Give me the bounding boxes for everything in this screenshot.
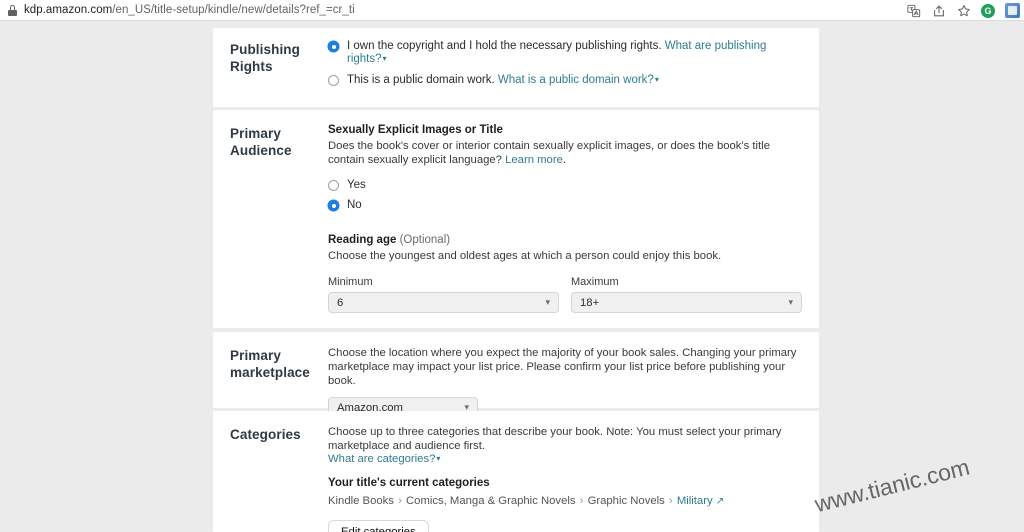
lock-icon: [8, 4, 17, 16]
translate-icon[interactable]: [906, 3, 921, 18]
primary-marketplace-description: Choose the location where you expect the…: [328, 347, 797, 387]
radio-option-explicit-yes[interactable]: Yes: [328, 179, 802, 192]
breadcrumb-item-3[interactable]: Military: [677, 495, 713, 507]
page-content: Publishing Rights I own the copyright an…: [0, 22, 1024, 532]
publishing-rights-label-column: Publishing Rights: [213, 40, 328, 95]
minimum-age-select[interactable]: 6 ▾: [328, 292, 559, 313]
primary-marketplace-card: Primary marketplace Choose the location …: [213, 332, 819, 418]
maximum-age-select[interactable]: 18+ ▾: [571, 292, 802, 313]
categories-card: Categories Choose up to three categories…: [213, 411, 819, 532]
primary-marketplace-content: Choose the location where you expect the…: [328, 346, 819, 418]
breadcrumb-separator: ›: [668, 495, 673, 507]
breadcrumb-item-1: Comics, Manga & Graphic Novels: [406, 495, 576, 507]
chevron-down-icon: ▾: [382, 54, 387, 63]
minimum-label: Minimum: [328, 276, 373, 288]
browser-address-bar: kdp.amazon.com/en_US/title-setup/kindle/…: [0, 0, 1024, 21]
reading-age-heading-text: Reading age: [328, 234, 397, 246]
breadcrumb-separator: ›: [398, 495, 402, 507]
page-title-publishing-rights: Publishing Rights: [230, 42, 300, 74]
chevron-down-icon: ▾: [654, 75, 659, 84]
reading-age-optional-text: (Optional): [399, 234, 451, 246]
primary-audience-label-column: Primary Audience: [213, 124, 328, 313]
radio-own-copyright-text: I own the copyright and I hold the neces…: [347, 40, 662, 52]
radio-public-domain-label: This is a public domain work. What is a …: [347, 74, 659, 87]
edit-categories-button[interactable]: Edit categories: [328, 520, 429, 532]
radio-explicit-no-label: No: [347, 199, 362, 211]
publishing-rights-card: Publishing Rights I own the copyright an…: [213, 28, 819, 107]
url-text[interactable]: kdp.amazon.com/en_US/title-setup/kindle/…: [24, 4, 355, 16]
breadcrumb-separator: ›: [579, 495, 584, 507]
page-title-categories: Categories: [230, 427, 301, 442]
radio-explicit-no[interactable]: [328, 200, 339, 211]
breadcrumb-item-0: Kindle Books: [328, 495, 394, 507]
reading-age-selects: Minimum 6 ▾ Maximum 18+ ▾: [328, 276, 802, 313]
chevron-down-icon: ▾: [545, 297, 550, 307]
reading-age-heading: Reading age (Optional): [328, 234, 802, 246]
sexually-explicit-question: Does the book's cover or interior contai…: [328, 140, 770, 166]
maximum-label: Maximum: [571, 276, 619, 288]
primary-audience-title-text: Primary Audience: [230, 126, 292, 158]
breadcrumb-item-2: Graphic Novels: [587, 495, 665, 507]
radio-own-copyright-label: I own the copyright and I hold the neces…: [347, 40, 799, 66]
extension-icon[interactable]: [1005, 3, 1020, 18]
radio-option-explicit-no[interactable]: No: [328, 199, 802, 212]
categories-help-line: What are categories?▾: [328, 453, 799, 465]
primary-audience-card: Primary Audience Sexually Explicit Image…: [213, 110, 819, 328]
star-icon[interactable]: [956, 3, 971, 18]
radio-public-domain-text: This is a public domain work.: [347, 74, 495, 86]
reading-age-minimum-group: Minimum 6 ▾: [328, 276, 559, 313]
radio-own-copyright[interactable]: [328, 41, 339, 52]
url-path: /en_US/title-setup/kindle/new/details?re…: [112, 4, 355, 16]
page-title-primary-marketplace: Primary marketplace: [230, 347, 328, 381]
maximum-age-value: 18+: [580, 296, 600, 309]
categories-description: Choose up to three categories that descr…: [328, 425, 799, 453]
link-what-are-categories[interactable]: What are categories?: [328, 453, 435, 465]
radio-explicit-yes-label: Yes: [347, 179, 366, 191]
minimum-age-value: 6: [337, 296, 344, 309]
radio-explicit-yes[interactable]: [328, 180, 339, 191]
reading-age-description: Choose the youngest and oldest ages at w…: [328, 250, 722, 262]
url-domain: kdp.amazon.com: [24, 4, 113, 16]
external-link-icon: ↗: [715, 496, 725, 507]
primary-marketplace-label-column: Primary marketplace: [213, 346, 328, 418]
sexually-explicit-heading: Sexually Explicit Images or Title: [328, 124, 503, 136]
watermark-text: www.tianic.com: [812, 453, 973, 518]
chevron-down-icon: ▾: [788, 297, 793, 307]
categories-content: Choose up to three categories that descr…: [328, 425, 819, 532]
categories-description-text: Choose up to three categories that descr…: [328, 426, 782, 452]
publishing-rights-options: I own the copyright and I hold the neces…: [328, 40, 819, 95]
reading-age-maximum-group: Maximum 18+ ▾: [571, 276, 802, 313]
breadcrumb: Kindle Books › Comics, Manga & Graphic N…: [328, 495, 799, 507]
radio-public-domain[interactable]: [328, 75, 339, 86]
radio-option-public-domain[interactable]: This is a public domain work. What is a …: [328, 74, 799, 87]
primary-marketplace-title-text: Primary marketplace: [230, 348, 310, 380]
profile-avatar[interactable]: G: [981, 3, 995, 18]
primary-audience-content: Sexually Explicit Images or Title Does t…: [328, 124, 822, 313]
link-what-is-public-domain-work[interactable]: What is a public domain work?: [498, 74, 654, 86]
current-categories-heading: Your title's current categories: [328, 477, 490, 489]
browser-action-icons: G: [906, 0, 1020, 21]
radio-option-own-copyright[interactable]: I own the copyright and I hold the neces…: [328, 40, 799, 66]
chevron-down-icon: ▾: [436, 454, 441, 463]
link-learn-more-explicit[interactable]: Learn more: [505, 154, 563, 166]
share-icon[interactable]: [931, 3, 946, 18]
categories-label-column: Categories: [213, 425, 328, 532]
page-title-primary-audience: Primary Audience: [230, 125, 328, 159]
